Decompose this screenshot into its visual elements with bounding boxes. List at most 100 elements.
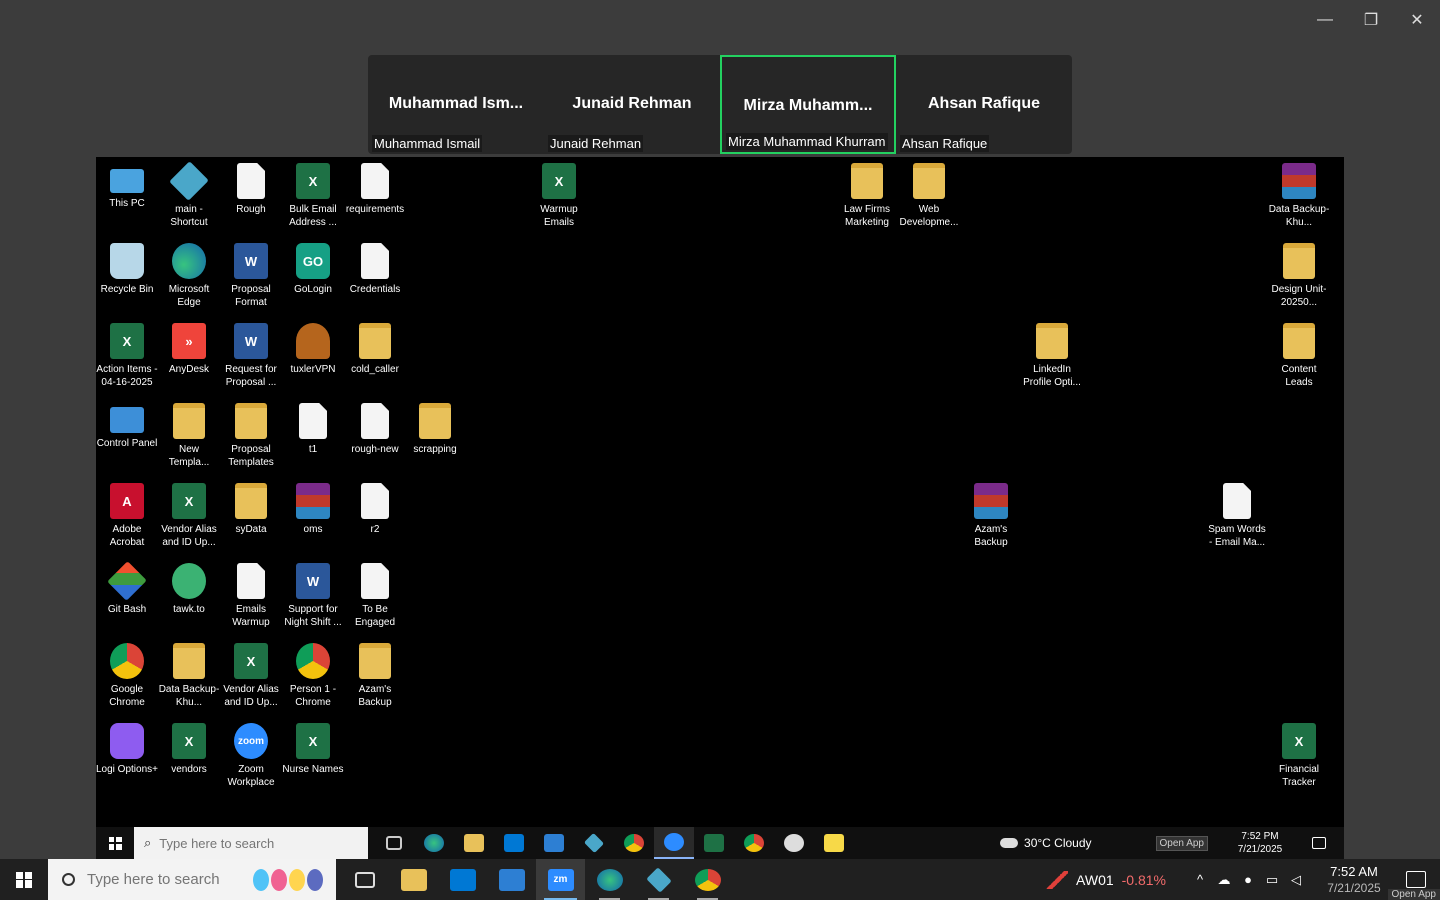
- desktop-icon[interactable]: Credentials: [344, 237, 406, 296]
- chevron-up-icon[interactable]: ^: [1188, 872, 1212, 887]
- desktop-icon[interactable]: LinkedIn Profile Opti...: [1021, 317, 1083, 389]
- open-app-badge[interactable]: Open App: [1387, 889, 1440, 900]
- zoom-app-icon[interactable]: zm: [536, 859, 585, 900]
- desktop-icon[interactable]: Xvendors: [158, 717, 220, 776]
- volume-icon[interactable]: ◁: [1284, 872, 1308, 888]
- desktop-icon[interactable]: This PC: [96, 157, 158, 210]
- store-icon[interactable]: [438, 859, 487, 900]
- desktop-icon[interactable]: oms: [282, 477, 344, 536]
- desktop-icon[interactable]: scrapping: [404, 397, 466, 456]
- participant-tile-muhammad-ismail[interactable]: Muhammad Ism... Muhammad Ismail: [368, 55, 544, 154]
- desktop-icon[interactable]: Data Backup-Khu...: [1268, 157, 1330, 229]
- sticky-notes-icon[interactable]: [814, 827, 854, 859]
- task-view-icon[interactable]: [340, 859, 389, 900]
- edge-icon[interactable]: [585, 859, 634, 900]
- desktop-icon[interactable]: X Action Items - 04-16-2025: [96, 317, 158, 389]
- shared-clock[interactable]: 7:52 PM 7/21/2025: [1222, 830, 1298, 856]
- desktop-icon[interactable]: tuxlerVPN: [282, 317, 344, 376]
- desktop-icon[interactable]: Person 1 - Chrome: [282, 637, 344, 709]
- desktop-icon[interactable]: Emails Warmup: [220, 557, 282, 629]
- desktop-icon[interactable]: Git Bash: [96, 557, 158, 616]
- desktop-icon[interactable]: W Support for Night Shift ...: [282, 557, 344, 629]
- desktop-icon[interactable]: To Be Engaged: [344, 557, 406, 629]
- shared-start-button[interactable]: [96, 827, 134, 859]
- notification-center-icon[interactable]: [1406, 871, 1426, 888]
- open-app-badge[interactable]: Open App: [1155, 835, 1208, 851]
- desktop-icon[interactable]: Recycle Bin: [96, 237, 158, 296]
- zoom-icon[interactable]: [654, 827, 694, 859]
- desktop-icon[interactable]: W Proposal Format: [220, 237, 282, 309]
- weather-widget[interactable]: 30°C Cloudy: [1000, 836, 1092, 850]
- chrome-icon[interactable]: [683, 859, 732, 900]
- search-input[interactable]: [87, 871, 247, 888]
- edge-icon[interactable]: [414, 827, 454, 859]
- snipping-tool-icon[interactable]: [774, 827, 814, 859]
- desktop-icon[interactable]: Web Developme...: [898, 157, 960, 229]
- desktop-icon[interactable]: Rough: [220, 157, 282, 216]
- desktop-icon[interactable]: r2: [344, 477, 406, 536]
- desktop-icon[interactable]: X Vendor Alias and ID Up...: [158, 477, 220, 549]
- shortcut-app-icon[interactable]: [574, 827, 614, 859]
- shared-search-box[interactable]: ⌕: [134, 827, 368, 859]
- desktop-icon[interactable]: Data Backup-Khu...: [158, 637, 220, 709]
- desktop-icon[interactable]: X Nurse Names: [282, 717, 344, 776]
- participant-tile-mirza-muhammad-khurram[interactable]: Mirza Muhamm... Mirza Muhammad Khurram: [720, 55, 896, 154]
- store-icon[interactable]: [494, 827, 534, 859]
- desktop-icon[interactable]: Google Chrome: [96, 637, 158, 709]
- desktop-icon[interactable]: Spam Words - Email Ma...: [1206, 477, 1268, 549]
- desktop-icon[interactable]: rough-new: [344, 397, 406, 456]
- desktop-icon[interactable]: syData: [220, 477, 282, 536]
- desktop-icon[interactable]: » AnyDesk: [158, 317, 220, 376]
- desktop-icon[interactable]: main - Shortcut: [158, 157, 220, 229]
- file-explorer-icon[interactable]: [454, 827, 494, 859]
- desktop-icon[interactable]: Control Panel: [96, 397, 158, 450]
- shortcut-app-icon[interactable]: [634, 859, 683, 900]
- excel-icon[interactable]: [694, 827, 734, 859]
- desktop-icon[interactable]: New Templa...: [158, 397, 220, 469]
- recycle-bin-icon: [110, 243, 144, 279]
- file-explorer-icon[interactable]: [389, 859, 438, 900]
- onedrive-icon[interactable]: ☁: [1212, 872, 1236, 888]
- task-view-icon[interactable]: [374, 827, 414, 859]
- network-icon[interactable]: ▭: [1260, 872, 1284, 888]
- desktop-icon[interactable]: requirements: [344, 157, 406, 216]
- desktop-icon[interactable]: Content Leads: [1268, 317, 1330, 389]
- desktop-icon[interactable]: X Warmup Emails: [528, 157, 590, 229]
- excel-icon: X: [296, 723, 330, 759]
- restore-button[interactable]: ❐: [1348, 0, 1394, 40]
- participant-tile-junaid-rehman[interactable]: Junaid Rehman Junaid Rehman: [544, 55, 720, 154]
- search-box[interactable]: [48, 859, 336, 900]
- desktop-icon[interactable]: A Adobe Acrobat: [96, 477, 158, 549]
- participant-name-label: Muhammad Ismail: [372, 135, 483, 152]
- desktop-icon[interactable]: X Bulk Email Address ...: [282, 157, 344, 229]
- desktop-icon[interactable]: Logi Options+: [96, 717, 158, 776]
- desktop-icon[interactable]: X Vendor Alias and ID Up...: [220, 637, 282, 709]
- notification-icon[interactable]: [1312, 837, 1326, 849]
- mail-icon[interactable]: [534, 827, 574, 859]
- desktop-icon[interactable]: t1: [282, 397, 344, 456]
- desktop-icon[interactable]: tawk.to: [158, 557, 220, 616]
- participant-tile-ahsan-rafique[interactable]: Ahsan Rafique Ahsan Rafique: [896, 55, 1072, 154]
- desktop-icon[interactable]: Design Unit-20250...: [1268, 237, 1330, 309]
- desktop-icon[interactable]: GO GoLogin: [282, 237, 344, 296]
- microphone-icon[interactable]: ●: [1236, 872, 1260, 887]
- desktop-icon[interactable]: cold_caller: [344, 317, 406, 376]
- start-button[interactable]: [0, 859, 48, 900]
- shared-search-input[interactable]: [159, 835, 350, 851]
- desktop-icon[interactable]: Microsoft Edge: [158, 237, 220, 309]
- close-button[interactable]: ✕: [1394, 0, 1440, 40]
- minimize-button[interactable]: —: [1302, 0, 1348, 40]
- mail-icon[interactable]: [487, 859, 536, 900]
- desktop-icon[interactable]: Law Firms Marketing: [836, 157, 898, 229]
- desktop-icon[interactable]: X Financial Tracker: [1268, 717, 1330, 789]
- desktop-icon[interactable]: Proposal Templates: [220, 397, 282, 469]
- desktop-icon[interactable]: Azam's Backup: [344, 637, 406, 709]
- taskbar-apps: zm: [340, 859, 732, 900]
- stock-widget[interactable]: AW01 -0.81%: [1046, 870, 1166, 889]
- desktop-icon[interactable]: zoom Zoom Workplace: [220, 717, 282, 789]
- desktop-icon[interactable]: W Request for Proposal ...: [220, 317, 282, 389]
- chrome-icon[interactable]: [614, 827, 654, 859]
- desktop-icon[interactable]: Azam's Backup: [960, 477, 1022, 549]
- chrome-profile-icon[interactable]: [734, 827, 774, 859]
- clock[interactable]: 7:52 AM 7/21/2025: [1316, 863, 1392, 897]
